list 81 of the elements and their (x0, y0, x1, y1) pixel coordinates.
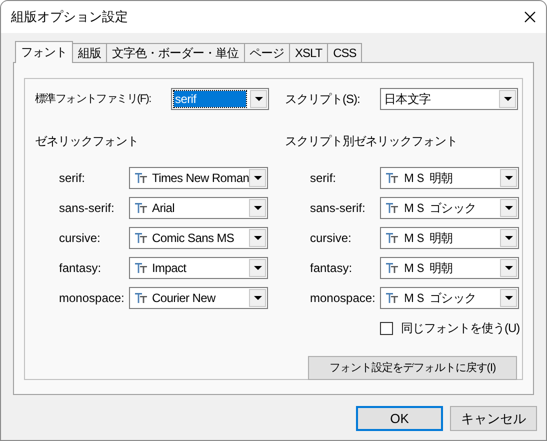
field-label: monospace: (59, 290, 126, 307)
caret-icon (504, 176, 512, 180)
dropdown-button[interactable] (500, 169, 517, 187)
dropdown-value: Comic Sans MS (151, 230, 236, 246)
field-label: fantasy: (59, 260, 102, 277)
font-dropdown[interactable]: Times New Roman (129, 167, 268, 189)
dropdown-button[interactable] (250, 90, 267, 108)
tab[interactable]: CSS (327, 43, 362, 62)
field-label: monospace: (310, 290, 376, 307)
field-label: sans-serif: (59, 200, 116, 217)
dropdown-button[interactable] (500, 289, 517, 307)
truetype-icon (135, 263, 147, 273)
truetype-icon (135, 233, 147, 243)
field-label: cursive: (310, 230, 352, 247)
field-label: 標準フォントファミリ(F): (35, 92, 152, 107)
dropdown-button[interactable] (499, 90, 516, 108)
field-label: serif: (310, 170, 338, 187)
checkbox[interactable] (380, 322, 393, 334)
tab[interactable]: フォント (15, 41, 73, 63)
reset-defaults-button[interactable]: フォント設定をデフォルトに戻す(I) (308, 356, 517, 380)
caret-icon (254, 296, 262, 300)
dropdown-value: Courier New (151, 290, 217, 306)
dropdown-value: ＭＳ 明朝 (402, 170, 454, 186)
checkbox-label: 同じフォントを使う(U) (401, 320, 520, 337)
dropdown-button[interactable] (249, 169, 266, 187)
truetype-icon (386, 203, 398, 213)
field-label: serif: (59, 170, 86, 187)
dropdown-button[interactable] (500, 229, 517, 247)
close-icon[interactable] (524, 11, 536, 23)
field-label: sans-serif: (310, 200, 366, 217)
dropdown-button[interactable] (500, 199, 517, 217)
dropdown-value: ＭＳ 明朝 (402, 260, 454, 276)
dropdown-value: Arial (151, 200, 176, 216)
font-dropdown[interactable]: 日本文字 (380, 88, 518, 110)
font-dropdown[interactable]: ＭＳ 明朝 (380, 227, 519, 249)
caret-icon (504, 206, 512, 210)
font-dropdown[interactable]: serif (171, 88, 269, 110)
caret-icon (254, 266, 262, 270)
field-label: cursive: (59, 230, 102, 247)
caret-icon (504, 97, 512, 101)
font-dropdown[interactable]: ＭＳ 明朝 (380, 167, 519, 189)
dropdown-button[interactable] (249, 229, 266, 247)
caret-icon (254, 236, 262, 240)
dropdown-value: 日本文字 (383, 91, 432, 107)
font-dropdown[interactable]: Comic Sans MS (129, 227, 268, 249)
caret-icon (254, 176, 262, 180)
caret-icon (504, 236, 512, 240)
dropdown-value: ＭＳ ゴシック (402, 290, 478, 306)
section-heading: スクリプト別ゼネリックフォント (285, 134, 458, 148)
truetype-icon (386, 173, 398, 183)
truetype-icon (386, 293, 398, 303)
dialog-button[interactable]: OK (356, 406, 443, 431)
field-label: fantasy: (310, 260, 354, 277)
caret-icon (504, 296, 512, 300)
tab[interactable]: 文字色・ボーダー・単位 (106, 43, 244, 62)
section-heading: ゼネリックフォント (35, 134, 138, 148)
font-dropdown[interactable]: Courier New (129, 287, 268, 309)
caret-icon (254, 206, 262, 210)
truetype-icon (135, 203, 147, 213)
dropdown-value: ＭＳ ゴシック (402, 200, 478, 216)
truetype-icon (386, 263, 398, 273)
field-label: スクリプト(S): (285, 91, 361, 108)
caret-icon (254, 97, 262, 101)
dropdown-button[interactable] (249, 259, 266, 277)
truetype-icon (386, 233, 398, 243)
font-dropdown[interactable]: ＭＳ ゴシック (380, 287, 519, 309)
dropdown-button[interactable] (249, 199, 266, 217)
font-dropdown[interactable]: ＭＳ 明朝 (380, 257, 519, 279)
truetype-icon (135, 173, 147, 183)
window-title: 組版オプション設定 (11, 8, 128, 26)
font-dropdown[interactable]: ＭＳ ゴシック (380, 197, 519, 219)
dropdown-value: ＭＳ 明朝 (402, 230, 454, 246)
dialog-button[interactable]: キャンセル (450, 406, 537, 431)
dropdown-value: serif (174, 91, 246, 107)
dropdown-button[interactable] (249, 289, 266, 307)
truetype-icon (135, 293, 147, 303)
font-dropdown[interactable]: Impact (129, 257, 268, 279)
caret-icon (504, 266, 512, 270)
dropdown-button[interactable] (500, 259, 517, 277)
font-dropdown[interactable]: Arial (129, 197, 268, 219)
dropdown-value: Impact (151, 260, 188, 276)
